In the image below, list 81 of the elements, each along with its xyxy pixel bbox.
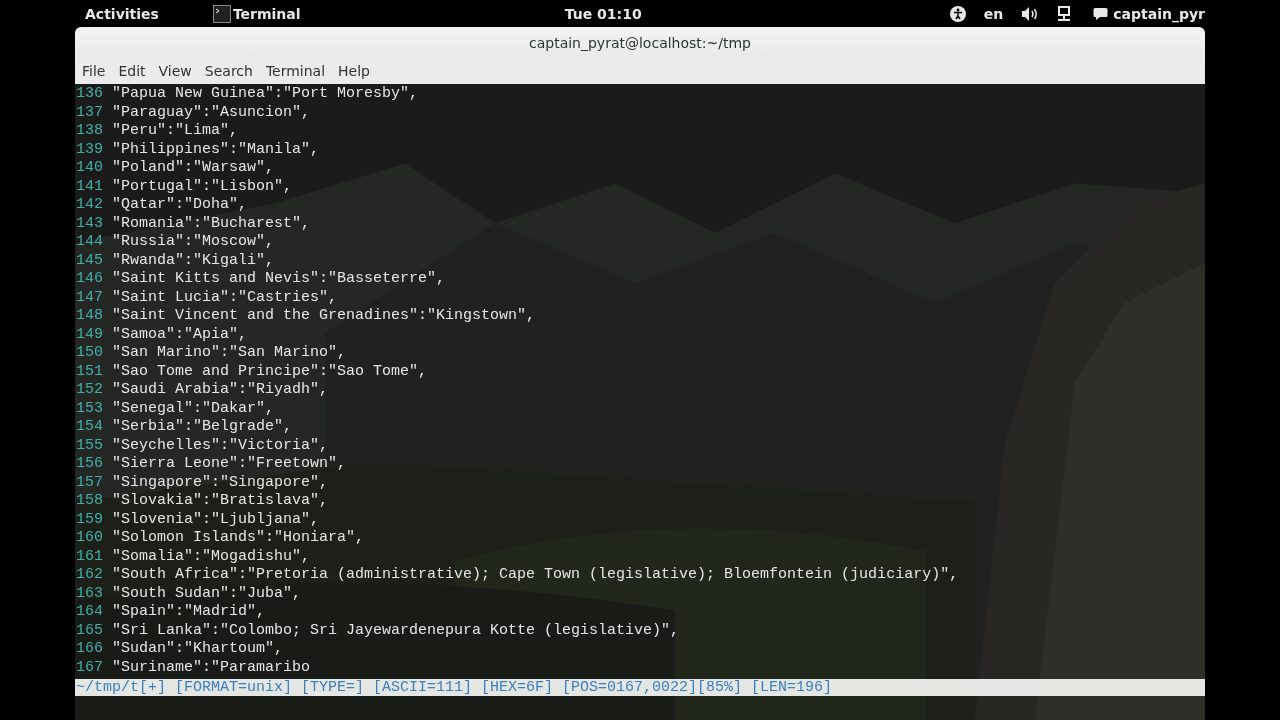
menu-item[interactable]: Help [338, 63, 377, 79]
line-number: 159 [76, 510, 104, 529]
code-line: "Somalia":"Mogadishu", [112, 547, 311, 566]
code-line: "Portugal":"Lisbon", [112, 177, 293, 196]
line-number: 158 [76, 492, 104, 511]
code-line: "San Marino":"San Marino", [112, 344, 347, 363]
code-line: "Sao Tome and Principe":"Sao Tome", [112, 362, 428, 381]
line-number: 151 [76, 362, 104, 381]
line-number: 146 [76, 270, 104, 289]
code-line: "Solomon Islands":"Honiara", [112, 529, 365, 548]
code-line: "Slovenia":"Ljubljana", [112, 510, 320, 529]
line-number: 139 [76, 140, 104, 159]
line-number: 157 [76, 473, 104, 492]
line-number: 164 [76, 603, 104, 622]
menu-item[interactable]: Edit [118, 63, 153, 79]
code-line: "Paraguay":"Asuncion", [112, 103, 311, 122]
chat-icon [1093, 6, 1109, 21]
line-number: 152 [76, 381, 104, 400]
code-line: "South Africa":"Pretoria (administrative); Cape Town (legislative); Bloemfontein (judiciary)", [112, 566, 959, 585]
line-number: 149 [76, 325, 104, 344]
line-number: 137 [76, 103, 104, 122]
line-number: 144 [76, 233, 104, 252]
line-number: 147 [76, 288, 104, 307]
code-line: "Russia":"Moscow", [112, 233, 275, 252]
line-number: 165 [76, 621, 104, 640]
accessibility-icon[interactable] [949, 5, 966, 22]
line-number: 167 [76, 658, 104, 677]
terminal-icon [212, 4, 231, 23]
line-number: 138 [76, 122, 104, 141]
app-menu[interactable]: Terminal [232, 5, 301, 22]
line-number: 156 [76, 455, 104, 474]
code-line: "Rwanda":"Kigali", [112, 251, 275, 270]
line-number: 145 [76, 251, 104, 270]
line-number: 163 [76, 584, 104, 603]
line-number: 143 [76, 214, 104, 233]
code-line: "Suriname":"Paramaribo [112, 658, 311, 677]
code-line: "Saudi Arabia":"Riyadh", [112, 381, 329, 400]
menu-item[interactable]: Search [204, 63, 260, 79]
volume-icon[interactable] [1021, 5, 1040, 22]
line-number: 160 [76, 529, 104, 548]
activities-button[interactable]: Activities [85, 5, 159, 22]
menu-item[interactable]: Terminal [265, 63, 333, 79]
line-number: 148 [76, 307, 104, 326]
code-line: "South Sudan":"Juba", [112, 584, 302, 603]
line-number: 154 [76, 418, 104, 437]
line-number: 141 [76, 177, 104, 196]
code-line: "Peru":"Lima", [112, 122, 239, 141]
code-line: "Seychelles":"Victoria", [112, 436, 329, 455]
code-line: "Saint Lucia":"Castries", [112, 288, 338, 307]
code-line: "Slovakia":"Bratislava", [112, 492, 329, 511]
menu-item[interactable]: File [82, 63, 113, 79]
code-line: "Romania":"Bucharest", [112, 214, 311, 233]
line-number: 142 [76, 196, 104, 215]
code-line: "Serbia":"Belgrade", [112, 418, 293, 437]
code-line: "Senegal":"Dakar", [112, 399, 275, 418]
code-line: "Samoa":"Apia", [112, 325, 248, 344]
code-line: "Sudan":"Khartoum", [112, 640, 284, 659]
language-indicator[interactable]: en [983, 5, 1004, 22]
line-number: 150 [76, 344, 104, 363]
code-line: "Spain":"Madrid", [112, 603, 266, 622]
code-line: "Sri Lanka":"Colombo; Sri Jayewardenepura Kotte (legislative)", [112, 621, 680, 640]
code-line: "Poland":"Warsaw", [112, 159, 275, 178]
code-line: "Philippines":"Manila", [112, 140, 320, 159]
line-number: 140 [76, 159, 104, 178]
line-number: 162 [76, 566, 104, 585]
network-icon[interactable] [1057, 5, 1072, 22]
menu-item[interactable]: View [158, 63, 199, 79]
code-line: "Qatar":"Doha", [112, 196, 248, 215]
code-line: "Papua New Guinea":"Port Moresby", [112, 85, 419, 104]
line-number: 155 [76, 436, 104, 455]
user-menu[interactable]: captain_pyr [1113, 5, 1205, 22]
line-number: 136 [76, 85, 104, 104]
clock[interactable]: Tue 01:10 [564, 5, 642, 22]
line-number: 153 [76, 399, 104, 418]
code-line: "Sierra Leone":"Freetown", [112, 455, 347, 474]
line-number: 161 [76, 547, 104, 566]
code-line: "Saint Vincent and the Grenadines":"Kingstown", [112, 307, 536, 326]
code-line: "Saint Kitts and Nevis":"Basseterre", [112, 270, 446, 289]
code-line: "Singapore":"Singapore", [112, 473, 329, 492]
line-number: 166 [76, 640, 104, 659]
window-title: captain_pyrat@localhost:~/tmp [529, 34, 751, 51]
